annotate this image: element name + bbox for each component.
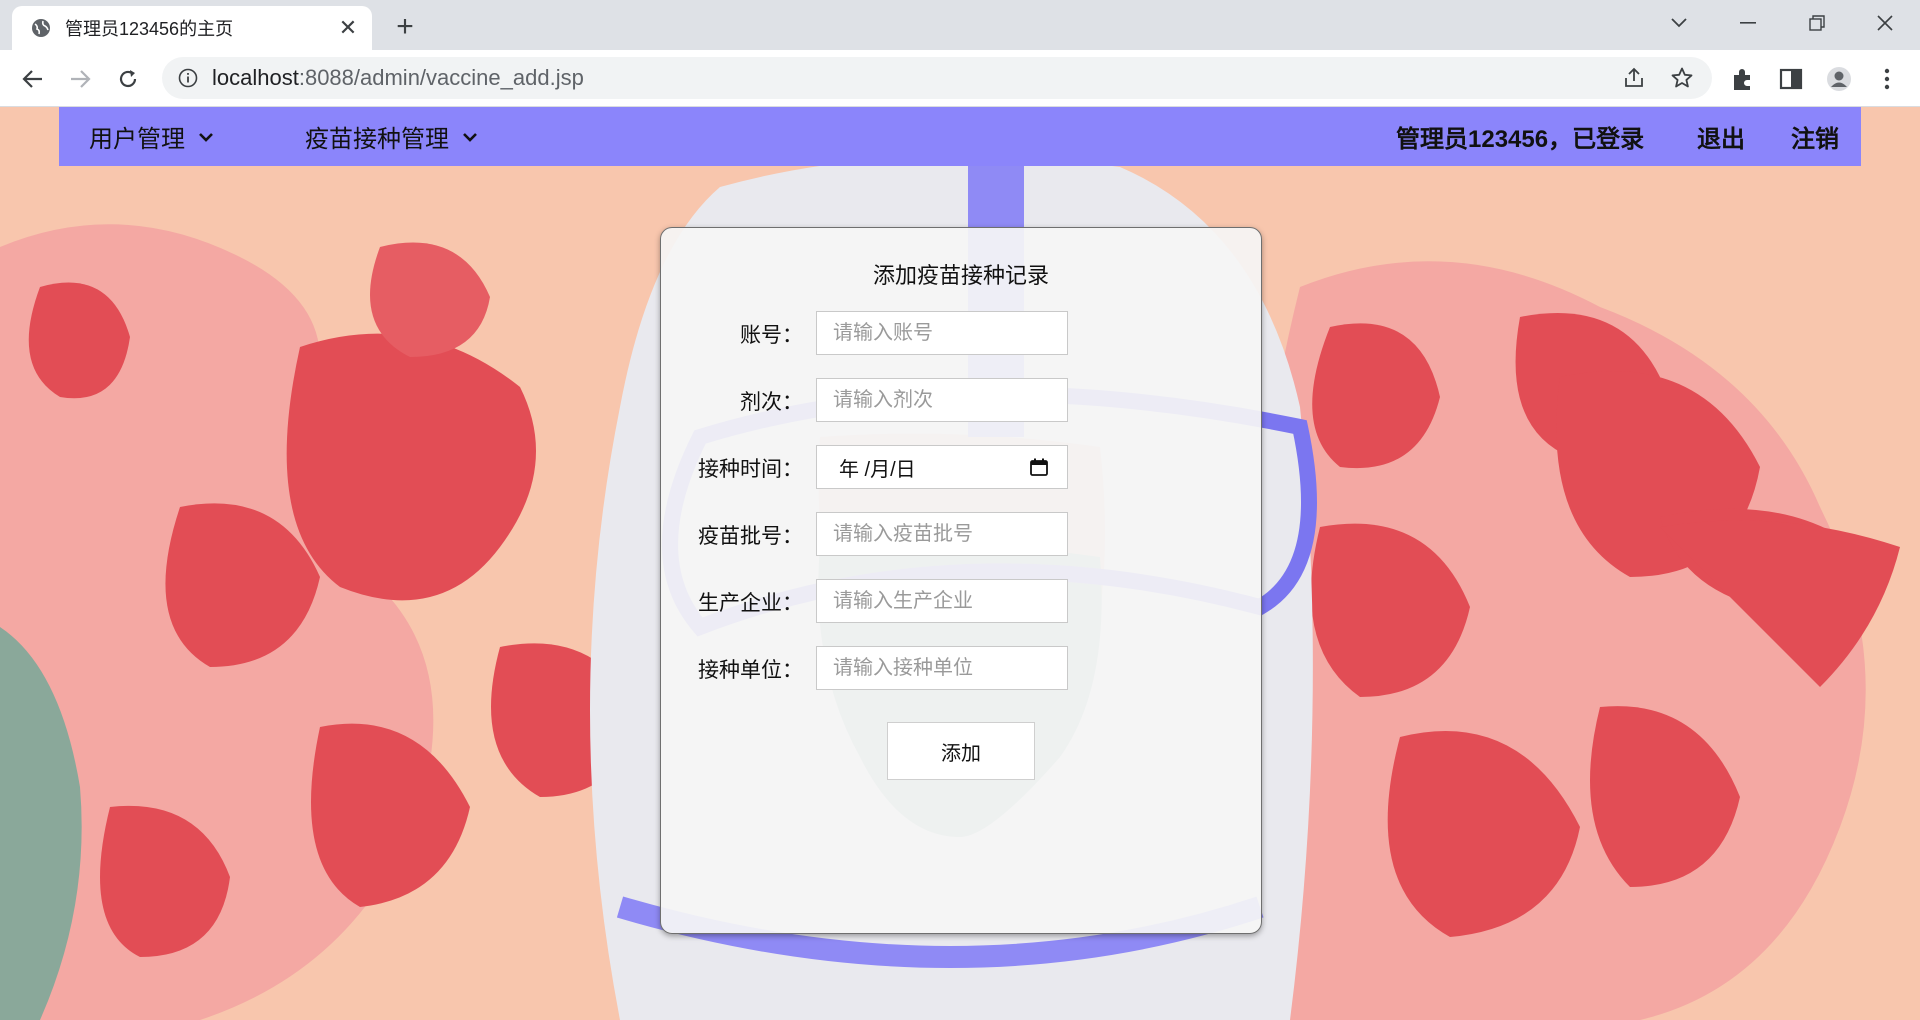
tab-search-chevron-icon[interactable] — [1654, 8, 1704, 38]
browser-toolbar: localhost:8088/admin/vaccine_add.jsp — [0, 50, 1920, 107]
dose-row: 剂次： — [661, 378, 1261, 424]
browser-tab[interactable]: 管理员123456的主页 ✕ — [12, 6, 372, 50]
page-viewport: 用户管理 疫苗接种管理 管理员123456，已登录 退出 注销 添加疫苗接种记录… — [0, 107, 1920, 1020]
account-input[interactable] — [816, 311, 1068, 355]
account-label: 账号： — [740, 324, 803, 347]
back-icon[interactable] — [16, 62, 50, 96]
dose-input[interactable] — [816, 378, 1068, 422]
minimize-icon[interactable] — [1723, 8, 1773, 38]
nav-vaccination-management-label: 疫苗接种管理 — [305, 126, 449, 153]
address-bar[interactable]: localhost:8088/admin/vaccine_add.jsp — [162, 57, 1712, 99]
vaccination-date-input[interactable]: 年 /月/日 — [816, 445, 1068, 489]
batch-number-input[interactable] — [816, 512, 1068, 556]
account-row: 账号： — [661, 311, 1261, 357]
url-text: localhost:8088/admin/vaccine_add.jsp — [212, 65, 584, 90]
nav-user-management-label: 用户管理 — [89, 126, 185, 153]
manufacturer-input[interactable] — [816, 579, 1068, 623]
share-icon[interactable] — [1622, 66, 1646, 90]
top-nav-bar: 用户管理 疫苗接种管理 管理员123456，已登录 退出 注销 — [59, 107, 1861, 166]
forward-icon[interactable] — [63, 62, 97, 96]
nav-user-management[interactable]: 用户管理 — [89, 107, 215, 166]
vaccination-date-row: 接种时间： 年 /月/日 — [661, 445, 1261, 491]
logout-link[interactable]: 退出 — [1697, 107, 1745, 166]
vaccination-date-label: 接种时间： — [698, 458, 803, 481]
vaccination-site-label: 接种单位： — [698, 659, 803, 682]
side-panel-icon[interactable] — [1778, 66, 1804, 92]
tab-title: 管理员123456的主页 — [65, 19, 234, 39]
add-button[interactable]: 添加 — [887, 722, 1035, 780]
chevron-down-icon — [463, 132, 477, 142]
vaccination-site-row: 接种单位： — [661, 646, 1261, 692]
restore-icon[interactable] — [1792, 8, 1842, 38]
bookmark-star-icon[interactable] — [1670, 66, 1694, 90]
new-tab-icon[interactable]: + — [390, 10, 420, 43]
batch-number-row: 疫苗批号： — [661, 512, 1261, 558]
dose-label: 剂次： — [740, 391, 803, 414]
chevron-down-icon — [199, 132, 213, 142]
manufacturer-row: 生产企业： — [661, 579, 1261, 625]
site-info-icon[interactable] — [178, 68, 198, 88]
profile-avatar-icon[interactable] — [1826, 66, 1852, 92]
browser-tab-strip: 管理员123456的主页 ✕ + — [0, 0, 1920, 50]
batch-number-label: 疫苗批号： — [698, 525, 803, 548]
reload-icon[interactable] — [111, 62, 145, 96]
vaccination-site-input[interactable] — [816, 646, 1068, 690]
nav-vaccination-management[interactable]: 疫苗接种管理 — [305, 107, 479, 166]
close-tab-icon[interactable]: ✕ — [334, 14, 362, 42]
globe-icon — [32, 19, 50, 37]
date-placeholder-text: 年 /月/日 — [839, 458, 916, 481]
cancel-account-link[interactable]: 注销 — [1791, 107, 1839, 166]
add-vaccination-form: 添加疫苗接种记录 账号： 剂次： 接种时间： 年 /月/日 疫苗批号： — [660, 227, 1262, 934]
manufacturer-label: 生产企业： — [698, 592, 803, 615]
calendar-icon[interactable] — [1029, 457, 1049, 477]
close-window-icon[interactable] — [1860, 8, 1910, 38]
menu-kebab-icon[interactable] — [1874, 66, 1900, 92]
login-status: 管理员123456，已登录 — [1396, 126, 1645, 153]
extensions-icon[interactable] — [1730, 66, 1756, 92]
form-title: 添加疫苗接种记录 — [872, 263, 1049, 288]
